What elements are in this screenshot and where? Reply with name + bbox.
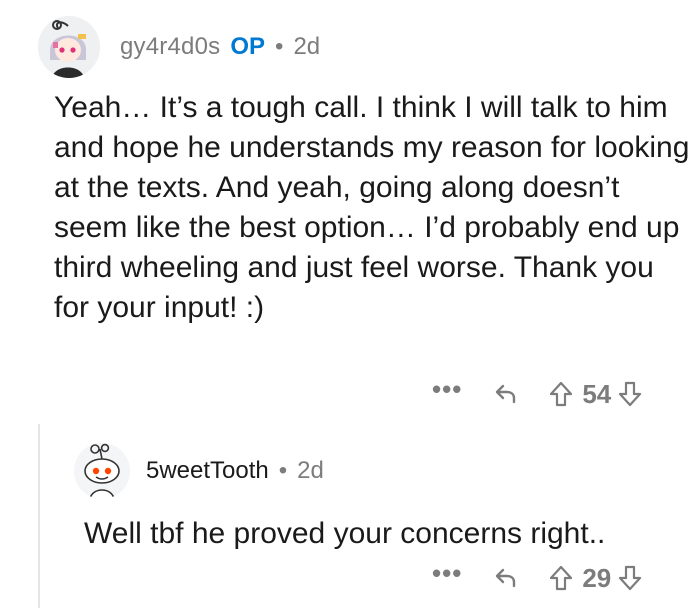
downvote-icon[interactable]: [617, 564, 643, 592]
comment-body: Well tbf he proved your concerns right..: [84, 517, 606, 550]
downvote-icon[interactable]: [617, 380, 643, 408]
meta-separator: •: [275, 33, 284, 60]
reply-header: 5weetTooth • 2d: [74, 440, 324, 502]
avatar[interactable]: [74, 443, 130, 499]
vote-score: 29: [582, 562, 612, 593]
reply-icon[interactable]: [492, 380, 520, 408]
upvote-icon[interactable]: [548, 564, 574, 592]
comment-author[interactable]: gy4r4d0s: [120, 33, 220, 61]
anime-avatar-icon: [38, 16, 100, 78]
more-icon[interactable]: •••: [432, 376, 462, 402]
thread-line[interactable]: [38, 424, 40, 608]
reply-icon[interactable]: [492, 564, 520, 592]
comment-author[interactable]: 5weetTooth: [146, 457, 269, 485]
snoo-avatar-icon: [74, 443, 130, 499]
comment-body: Yeah… It’s a tough call. I think I will …: [54, 91, 690, 324]
meta-separator: •: [278, 457, 288, 484]
vote-score: 54: [582, 378, 612, 409]
upvote-icon[interactable]: [548, 380, 574, 408]
comment-age: 2d: [293, 33, 321, 60]
comment-age: 2d: [297, 457, 324, 484]
comment-actions: ••• 54: [432, 376, 643, 412]
comment-header: gy4r4d0s OP • 2d: [38, 14, 320, 80]
avatar[interactable]: [38, 16, 100, 78]
op-badge: OP: [230, 33, 266, 60]
more-icon[interactable]: •••: [432, 560, 462, 586]
comment-thread: gy4r4d0s OP • 2d Yeah… It’s a tough call…: [0, 0, 700, 608]
comment-actions: ••• 29: [432, 560, 643, 596]
